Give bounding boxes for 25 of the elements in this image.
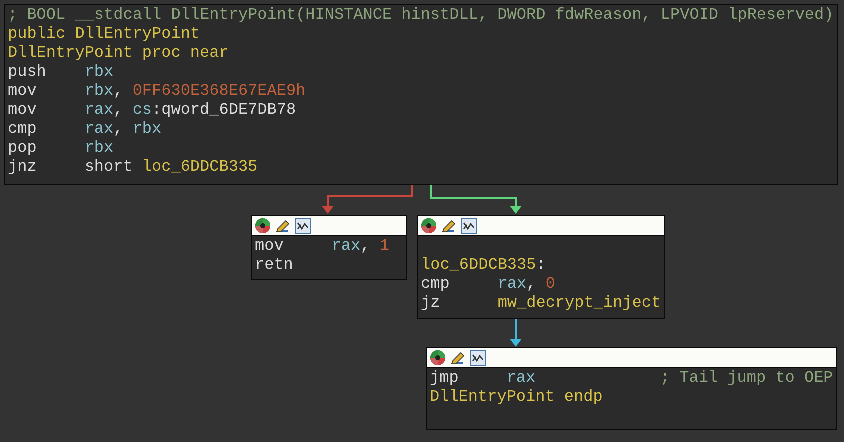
pie-icon[interactable] (430, 350, 446, 366)
code-line: DllEntryPoint proc near (8, 44, 230, 63)
code-line: ; BOOL __stdcall DllEntryPoint(HINSTANCE hinstDLL, DWORD fdwReason, LPVOID lpReserved) (8, 6, 834, 25)
code-line: mov rbx, 0FF630E368E67EAE9h (8, 82, 307, 101)
code-line: loc_6DDCB335: (421, 256, 547, 275)
pencil-icon[interactable] (275, 218, 291, 234)
graph-icon[interactable] (295, 218, 311, 234)
code-line: cmp rax, 0 (421, 275, 556, 294)
code-line: pop rbx (8, 139, 115, 158)
code-line: mov rax, 1 (255, 237, 390, 256)
code-line: cmp rax, rbx (8, 120, 163, 139)
code-line: jnz short loc_6DDCB335 (8, 158, 259, 177)
code-line: mov rax, cs:qword_6DE7DB78 (8, 101, 298, 120)
graph-icon[interactable] (461, 218, 477, 234)
pencil-icon[interactable] (450, 350, 466, 366)
pie-icon[interactable] (421, 218, 437, 234)
code-line: jmp rax ; Tail jump to OEP (430, 369, 833, 388)
pencil-icon[interactable] (441, 218, 457, 234)
code-line: public DllEntryPoint (8, 25, 202, 44)
pie-icon[interactable] (255, 218, 271, 234)
code-line: retn (255, 256, 294, 275)
code-line: DllEntryPoint endp (430, 388, 604, 407)
code-line: jz mw_decrypt_inject (421, 294, 661, 313)
graph-icon[interactable] (470, 350, 486, 366)
code-line: push rbx (8, 63, 115, 82)
